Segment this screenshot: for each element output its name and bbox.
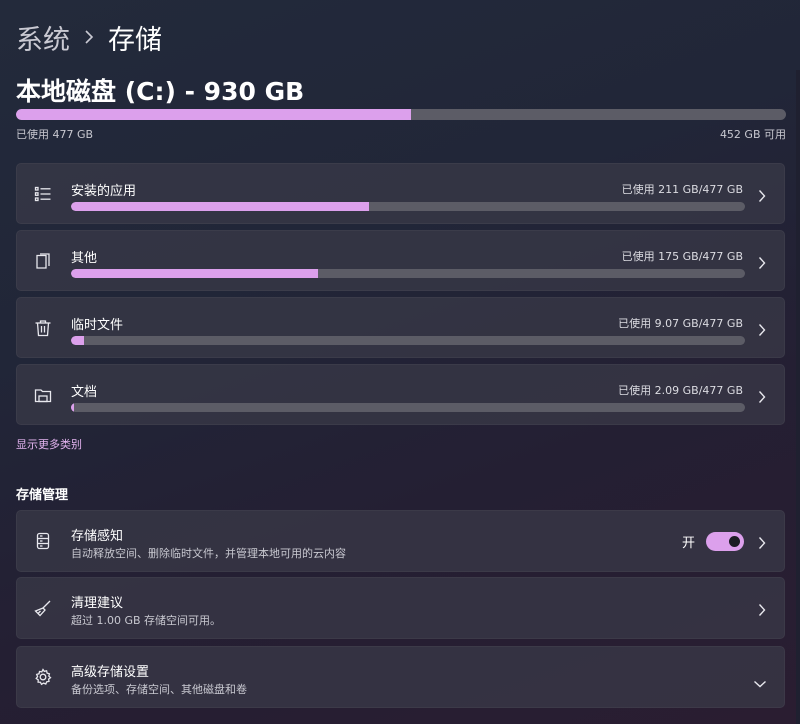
other-files-icon [34,252,52,270]
chevron-right-icon [757,535,767,549]
folder-icon [34,386,52,404]
category-documents[interactable]: 文档 已使用 2.09 GB/477 GB [16,364,785,425]
breadcrumb: 系统 存储 [16,18,162,56]
chevron-right-icon [84,30,94,44]
category-label: 文档 [71,385,98,400]
breadcrumb-storage: 存储 [108,24,162,56]
category-usage-fill [71,202,369,211]
category-usage-bar [71,202,745,211]
category-usage-bar [71,269,745,278]
broom-icon [34,599,52,617]
category-label: 其他 [71,251,98,266]
disk-used-label: 已使用 477 GB [16,128,94,141]
category-usage-fill [71,336,84,345]
advanced-settings-title: 高级存储设置 [71,665,150,680]
trash-icon [34,319,52,337]
window-edge [796,70,800,724]
disk-usage-fill [16,109,411,120]
gear-icon [34,668,52,686]
apps-list-icon [34,185,52,203]
disk-usage-bar [16,109,786,120]
storage-management-heading: 存储管理 [16,488,69,503]
storage-sense-desc: 自动释放空间、删除临时文件，并管理本地可用的云内容 [71,547,346,560]
show-more-categories-link[interactable]: 显示更多类别 [16,436,82,452]
category-other[interactable]: 其他 已使用 175 GB/477 GB [16,230,785,291]
chevron-right-icon [757,255,767,269]
category-usage: 已使用 175 GB/477 GB [621,250,743,263]
category-label: 安装的应用 [71,184,137,199]
disk-title: 本地磁盘 (C:) - 930 GB [16,77,305,106]
storage-drive-icon [34,532,52,550]
category-label: 临时文件 [71,318,124,333]
chevron-right-icon [757,602,767,616]
advanced-settings-desc: 备份选项、存储空间、其他磁盘和卷 [71,683,247,696]
chevron-down-icon [753,674,767,688]
chevron-right-icon [757,322,767,336]
toggle-state-label: 开 [681,536,695,551]
category-usage-bar [71,336,745,345]
cleanup-title: 清理建议 [71,596,124,611]
category-usage-bar [71,403,745,412]
storage-sense-title: 存储感知 [71,529,124,544]
category-temp-files[interactable]: 临时文件 已使用 9.07 GB/477 GB [16,297,785,358]
category-installed-apps[interactable]: 安装的应用 已使用 211 GB/477 GB [16,163,785,224]
chevron-right-icon [757,188,767,202]
disk-free-label: 452 GB 可用 [719,128,786,141]
category-usage: 已使用 2.09 GB/477 GB [618,384,743,397]
storage-sense-toggle[interactable] [706,532,744,551]
breadcrumb-system[interactable]: 系统 [16,18,70,57]
category-usage: 已使用 211 GB/477 GB [621,183,743,196]
chevron-right-icon [757,389,767,403]
cleanup-desc: 超过 1.00 GB 存储空间可用。 [71,614,222,627]
storage-sense-row[interactable]: 存储感知 自动释放空间、删除临时文件，并管理本地可用的云内容 开 [16,510,785,572]
toggle-knob [729,536,740,547]
category-usage-fill [71,269,319,278]
cleanup-recommendations-row[interactable]: 清理建议 超过 1.00 GB 存储空间可用。 [16,577,785,639]
category-usage: 已使用 9.07 GB/477 GB [618,317,743,330]
category-usage-fill [71,403,74,412]
advanced-storage-settings-row[interactable]: 高级存储设置 备份选项、存储空间、其他磁盘和卷 [16,646,785,708]
